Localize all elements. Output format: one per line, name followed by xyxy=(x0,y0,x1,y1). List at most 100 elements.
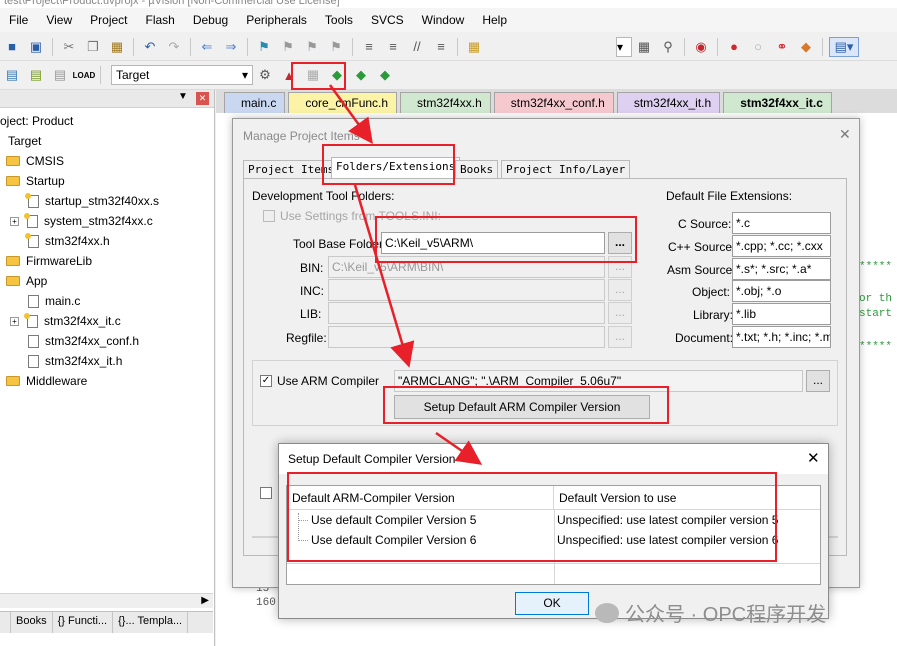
tree-folder-firmwarelib[interactable]: FirmwareLib xyxy=(6,251,92,271)
comment-icon[interactable]: // xyxy=(407,37,427,57)
menu-flash[interactable]: Flash xyxy=(137,8,184,32)
tree-folder-middleware[interactable]: Middleware xyxy=(6,371,87,391)
unindent-icon[interactable]: ≡ xyxy=(383,37,403,57)
incremental-find-icon[interactable]: ⚲ xyxy=(658,37,678,57)
redo-icon[interactable]: ↷ xyxy=(164,37,184,57)
tab-project-info-layer[interactable]: Project Info/Layer xyxy=(501,160,631,178)
ext-asm-input[interactable]: *.s*; *.src; *.a* xyxy=(732,258,831,280)
ext-document-label: Document: xyxy=(675,331,734,345)
expand-icon[interactable]: + xyxy=(10,316,19,326)
breakpoint-icon[interactable]: ● xyxy=(724,37,744,57)
scroll-right-icon[interactable]: ▶ xyxy=(201,595,209,606)
menu-svcs[interactable]: SVCS xyxy=(362,8,413,32)
tab-main-c[interactable]: main.c xyxy=(224,92,286,113)
tree-folder-startup[interactable]: Startup xyxy=(6,171,65,191)
options-for-target-icon[interactable]: ⚙ xyxy=(255,65,275,85)
tab-stm32f4xx-conf-h[interactable]: stm32f4xx_conf.h xyxy=(493,92,614,113)
tab-templates[interactable]: {}... Templa... xyxy=(113,612,189,633)
ok-button[interactable]: OK xyxy=(515,592,589,615)
tab-stm32f4xx-it-c[interactable]: stm32f4xx_it.c xyxy=(723,92,832,113)
tree-target[interactable]: Target xyxy=(0,131,41,151)
lib-browse-button[interactable]: ... xyxy=(608,302,632,324)
tree-folder-app[interactable]: App xyxy=(6,271,47,291)
tab-stm32f4xx-h[interactable]: stm32f4xx.h xyxy=(400,92,491,113)
ext-document-input[interactable]: *.txt; *.h; *.inc; *.md xyxy=(732,326,831,348)
tree-file[interactable]: + stm32f4xx_it.c xyxy=(10,311,121,331)
inc-input[interactable] xyxy=(328,279,605,301)
inc-browse-button[interactable]: ... xyxy=(608,279,632,301)
tree-file[interactable]: main.c xyxy=(28,291,80,311)
pin-icon[interactable]: ▼ xyxy=(178,91,188,102)
expand-icon[interactable]: + xyxy=(10,216,19,226)
translate-icon[interactable]: ▤ xyxy=(2,65,22,85)
menu-debug[interactable]: Debug xyxy=(184,8,237,32)
software-packs-icon[interactable]: ◆ xyxy=(375,65,395,85)
menu-view[interactable]: View xyxy=(37,8,81,32)
tree-file[interactable]: stm32f4xx.h xyxy=(25,231,110,251)
lower-checkbox[interactable] xyxy=(260,487,272,499)
use-settings-checkbox[interactable] xyxy=(263,210,275,222)
regfile-input[interactable] xyxy=(328,326,605,348)
bookmark-icon[interactable]: ⚑ xyxy=(254,37,274,57)
tab-stm32f4xx-it-h[interactable]: stm32f4xx_it.h xyxy=(616,92,721,113)
undo-icon[interactable]: ↶ xyxy=(140,37,160,57)
tab-books[interactable]: Books xyxy=(11,612,53,633)
tree-folder-cmsis[interactable]: CMSIS xyxy=(6,151,64,171)
bookmark-prev-icon[interactable]: ⚑ xyxy=(278,37,298,57)
configure-icon[interactable]: ◆ xyxy=(796,37,816,57)
nav-forward-icon[interactable]: ⇒ xyxy=(221,37,241,57)
bookmark-next-icon[interactable]: ⚑ xyxy=(302,37,322,57)
menu-window[interactable]: Window xyxy=(413,8,474,32)
ext-c-label: C Source: xyxy=(678,217,732,231)
build-icon[interactable]: ▤ xyxy=(26,65,46,85)
ext-c-input[interactable]: *.c xyxy=(732,212,831,234)
indent-icon[interactable]: ≡ xyxy=(359,37,379,57)
nav-back-icon[interactable]: ⇐ xyxy=(197,37,217,57)
tree-root[interactable]: oject: Product xyxy=(0,111,73,131)
tree-file[interactable]: stm32f4xx_it.h xyxy=(28,351,122,371)
cut-icon[interactable]: ✂ xyxy=(59,37,79,57)
close-icon[interactable]: ✕ xyxy=(807,449,820,467)
tree-file[interactable]: + system_stm32f4xx.c xyxy=(10,211,153,231)
tab-functions[interactable]: {} Functi... xyxy=(53,612,114,633)
code-line: start xyxy=(859,308,893,320)
close-icon[interactable]: ✕ xyxy=(839,126,851,143)
debug-session-icon[interactable]: ◉ xyxy=(691,37,711,57)
download-icon[interactable]: LOAD xyxy=(73,65,96,85)
menu-peripherals[interactable]: Peripherals xyxy=(237,8,316,32)
target-select[interactable]: Target ▾ xyxy=(111,65,253,85)
ext-object-input[interactable]: *.obj; *.o xyxy=(732,280,831,302)
rebuild-icon[interactable]: ▤ xyxy=(50,65,70,85)
disable-breakpoint-icon[interactable]: ○ xyxy=(748,37,768,57)
window-layout-icon[interactable]: ▤▾ xyxy=(829,36,859,57)
save-all-icon[interactable]: ▣ xyxy=(26,37,46,57)
menu-project[interactable]: Project xyxy=(81,8,136,32)
horizontal-scrollbar[interactable]: ▶ xyxy=(0,593,213,608)
close-icon[interactable]: ✕ xyxy=(196,92,209,105)
menu-help[interactable]: Help xyxy=(473,8,516,32)
paste-icon[interactable]: ▦ xyxy=(107,37,127,57)
ext-cpp-input[interactable]: *.cpp; *.cc; *.cxx xyxy=(732,235,831,257)
lib-input[interactable] xyxy=(328,302,605,324)
project-panel: ▼ ✕ oject: Product Target CMSIS Startup … xyxy=(0,90,215,646)
menu-tools[interactable]: Tools xyxy=(316,8,362,32)
regfile-browse-button[interactable]: ... xyxy=(608,326,632,348)
tab-books[interactable]: Books xyxy=(455,160,499,178)
menu-file[interactable]: File xyxy=(0,8,37,32)
copy-icon[interactable]: ❐ xyxy=(83,37,103,57)
tab-project[interactable] xyxy=(0,612,11,633)
ext-library-input[interactable]: *.lib xyxy=(732,303,831,325)
pack-installer-icon[interactable]: ◆ xyxy=(351,65,371,85)
find-in-files-icon[interactable]: ▦ xyxy=(464,37,484,57)
uncomment-icon[interactable]: ≡ xyxy=(431,37,451,57)
use-arm-compiler-checkbox[interactable]: ✓ xyxy=(260,375,272,387)
save-icon[interactable]: ■ xyxy=(2,37,22,57)
kill-breakpoints-icon[interactable]: ⚭ xyxy=(772,37,792,57)
tab-core-cmfunc-h[interactable]: core_cmFunc.h xyxy=(288,92,398,113)
bookmark-clear-icon[interactable]: ⚑ xyxy=(326,37,346,57)
tree-file[interactable]: startup_stm32f40xx.s xyxy=(25,191,159,211)
compiler-browse-button[interactable]: ... xyxy=(806,370,830,392)
tree-file[interactable]: stm32f4xx_conf.h xyxy=(28,331,139,351)
find-combo[interactable]: ▾ xyxy=(616,36,632,57)
find-icon[interactable]: ▦ xyxy=(634,37,654,57)
